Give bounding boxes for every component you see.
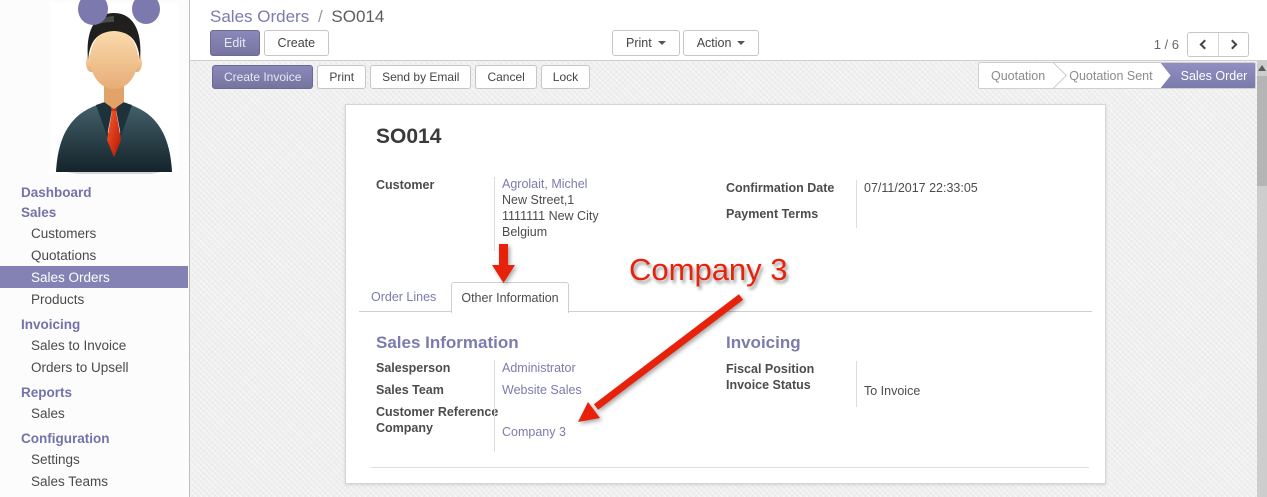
create-button[interactable]: Create: [264, 30, 330, 56]
status-step-quotation-sent[interactable]: Quotation Sent: [1057, 63, 1164, 88]
breadcrumb: Sales Orders / SO014: [210, 7, 384, 27]
company-label: Company: [376, 421, 433, 435]
customer-value: Agrolait, Michel New Street,1 1111111 Ne…: [502, 176, 599, 240]
status-step-sales-order[interactable]: Sales Order: [1161, 63, 1256, 88]
sidebar-item-invoicing[interactable]: Invoicing: [0, 314, 188, 334]
salesperson-link[interactable]: Administrator: [502, 361, 576, 375]
print-dropdown-label: Print: [626, 36, 652, 50]
confirmation-date-label: Confirmation Date: [726, 181, 834, 195]
customer-address-line: Belgium: [502, 224, 599, 240]
caret-down-icon: [658, 41, 666, 45]
scroll-up-arrow-icon[interactable]: [1258, 65, 1266, 71]
field-separator-line: [494, 360, 495, 452]
order-title: SO014: [376, 125, 441, 149]
cancel-button[interactable]: Cancel: [475, 65, 536, 89]
chevron-left-icon: [1200, 40, 1210, 50]
field-separator-line: [856, 180, 857, 228]
edit-button[interactable]: Edit: [210, 30, 260, 56]
send-by-email-button[interactable]: Send by Email: [370, 65, 471, 89]
sidebar-item-quotations[interactable]: Quotations: [0, 244, 188, 266]
sidebar-item-reports-sales[interactable]: Sales: [0, 402, 188, 424]
print-action-menus: Print Action: [612, 30, 759, 56]
invoice-status-value: To Invoice: [864, 384, 920, 398]
action-dropdown[interactable]: Action: [683, 30, 760, 56]
sidebar-item-sales-orders[interactable]: Sales Orders: [0, 266, 188, 288]
invoicing-section-title: Invoicing: [726, 333, 801, 353]
customer-address-line: 1111111 New City: [502, 208, 599, 224]
previous-record-button[interactable]: [1188, 33, 1218, 56]
vertical-scrollbar[interactable]: [1257, 61, 1267, 497]
tab-order-lines[interactable]: Order Lines: [371, 290, 436, 304]
sidebar-item-configuration[interactable]: Configuration: [0, 428, 188, 448]
confirmation-date-value: 07/11/2017 22:33:05: [864, 181, 978, 195]
company-link[interactable]: Company 3: [502, 425, 566, 439]
sidebar-item-sales-to-invoice[interactable]: Sales to Invoice: [0, 334, 188, 356]
sales-information-section-title: Sales Information: [376, 333, 519, 353]
status-step-label: Quotation: [991, 69, 1045, 83]
create-invoice-button[interactable]: Create Invoice: [212, 65, 313, 89]
tab-other-information[interactable]: Other Information: [451, 282, 569, 313]
sidebar-item-orders-to-upsell[interactable]: Orders to Upsell: [0, 356, 188, 378]
breadcrumb-current: SO014: [331, 7, 384, 26]
sidebar-item-sales[interactable]: Sales: [0, 202, 188, 222]
customer-name-link[interactable]: Agrolait, Michel: [502, 176, 599, 192]
customer-label: Customer: [376, 178, 434, 192]
sales-team-label: Sales Team: [376, 383, 444, 397]
sidebar-item-products[interactable]: Products: [0, 288, 188, 310]
breadcrumb-separator: /: [314, 7, 327, 26]
customer-address-line: New Street,1: [502, 192, 599, 208]
sidebar-item-sales-teams[interactable]: Sales Teams: [0, 470, 188, 492]
sidebar-menu: Dashboard Sales Customers Quotations Sal…: [0, 182, 188, 492]
status-step-label: Sales Order: [1181, 69, 1248, 83]
action-dropdown-label: Action: [697, 36, 732, 50]
salesperson-label: Salesperson: [376, 361, 450, 375]
workflow-toolbar: Create Invoice Print Send by Email Cance…: [212, 65, 590, 89]
payment-terms-label: Payment Terms: [726, 207, 818, 221]
status-step-quotation[interactable]: Quotation: [979, 63, 1057, 88]
sidebar-item-reports[interactable]: Reports: [0, 382, 188, 402]
chevron-right-icon: [1227, 40, 1237, 50]
status-pipeline: Quotation Quotation Sent Sales Order: [978, 62, 1256, 89]
fiscal-position-label: Fiscal Position: [726, 362, 814, 376]
sheet-bottom-divider: [371, 467, 1089, 468]
record-actions: Edit Create: [210, 30, 329, 56]
pager-value: 1 / 6: [1154, 37, 1179, 52]
breadcrumb-sales-orders-link[interactable]: Sales Orders: [210, 7, 309, 26]
sidebar-item-customers[interactable]: Customers: [0, 222, 188, 244]
lock-button[interactable]: Lock: [541, 65, 590, 89]
field-separator-line: [856, 361, 857, 407]
businessman-avatar-image: [50, 2, 178, 174]
sales-order-form-sheet: SO014 Customer Agrolait, Michel New Stre…: [345, 104, 1106, 484]
sidebar: Dashboard Sales Customers Quotations Sal…: [0, 0, 190, 497]
print-button[interactable]: Print: [317, 65, 366, 89]
invoice-status-label: Invoice Status: [726, 378, 811, 392]
tab-label: Other Information: [461, 291, 558, 305]
sales-team-link[interactable]: Website Sales: [502, 383, 582, 397]
sidebar-item-settings[interactable]: Settings: [0, 448, 188, 470]
caret-down-icon: [737, 41, 745, 45]
pager-buttons: [1187, 32, 1249, 57]
scrollbar-thumb[interactable]: [1257, 76, 1267, 186]
user-avatar: [50, 2, 178, 174]
record-pager: 1 / 6: [1154, 32, 1249, 57]
top-bar: Sales Orders / SO014 Edit Create Print A…: [190, 0, 1267, 61]
field-separator-line: [494, 177, 495, 251]
print-dropdown[interactable]: Print: [612, 30, 680, 56]
status-step-label: Quotation Sent: [1069, 69, 1152, 83]
customer-reference-label: Customer Reference: [376, 405, 498, 419]
sidebar-item-dashboard[interactable]: Dashboard: [0, 182, 188, 202]
next-record-button[interactable]: [1218, 33, 1248, 56]
